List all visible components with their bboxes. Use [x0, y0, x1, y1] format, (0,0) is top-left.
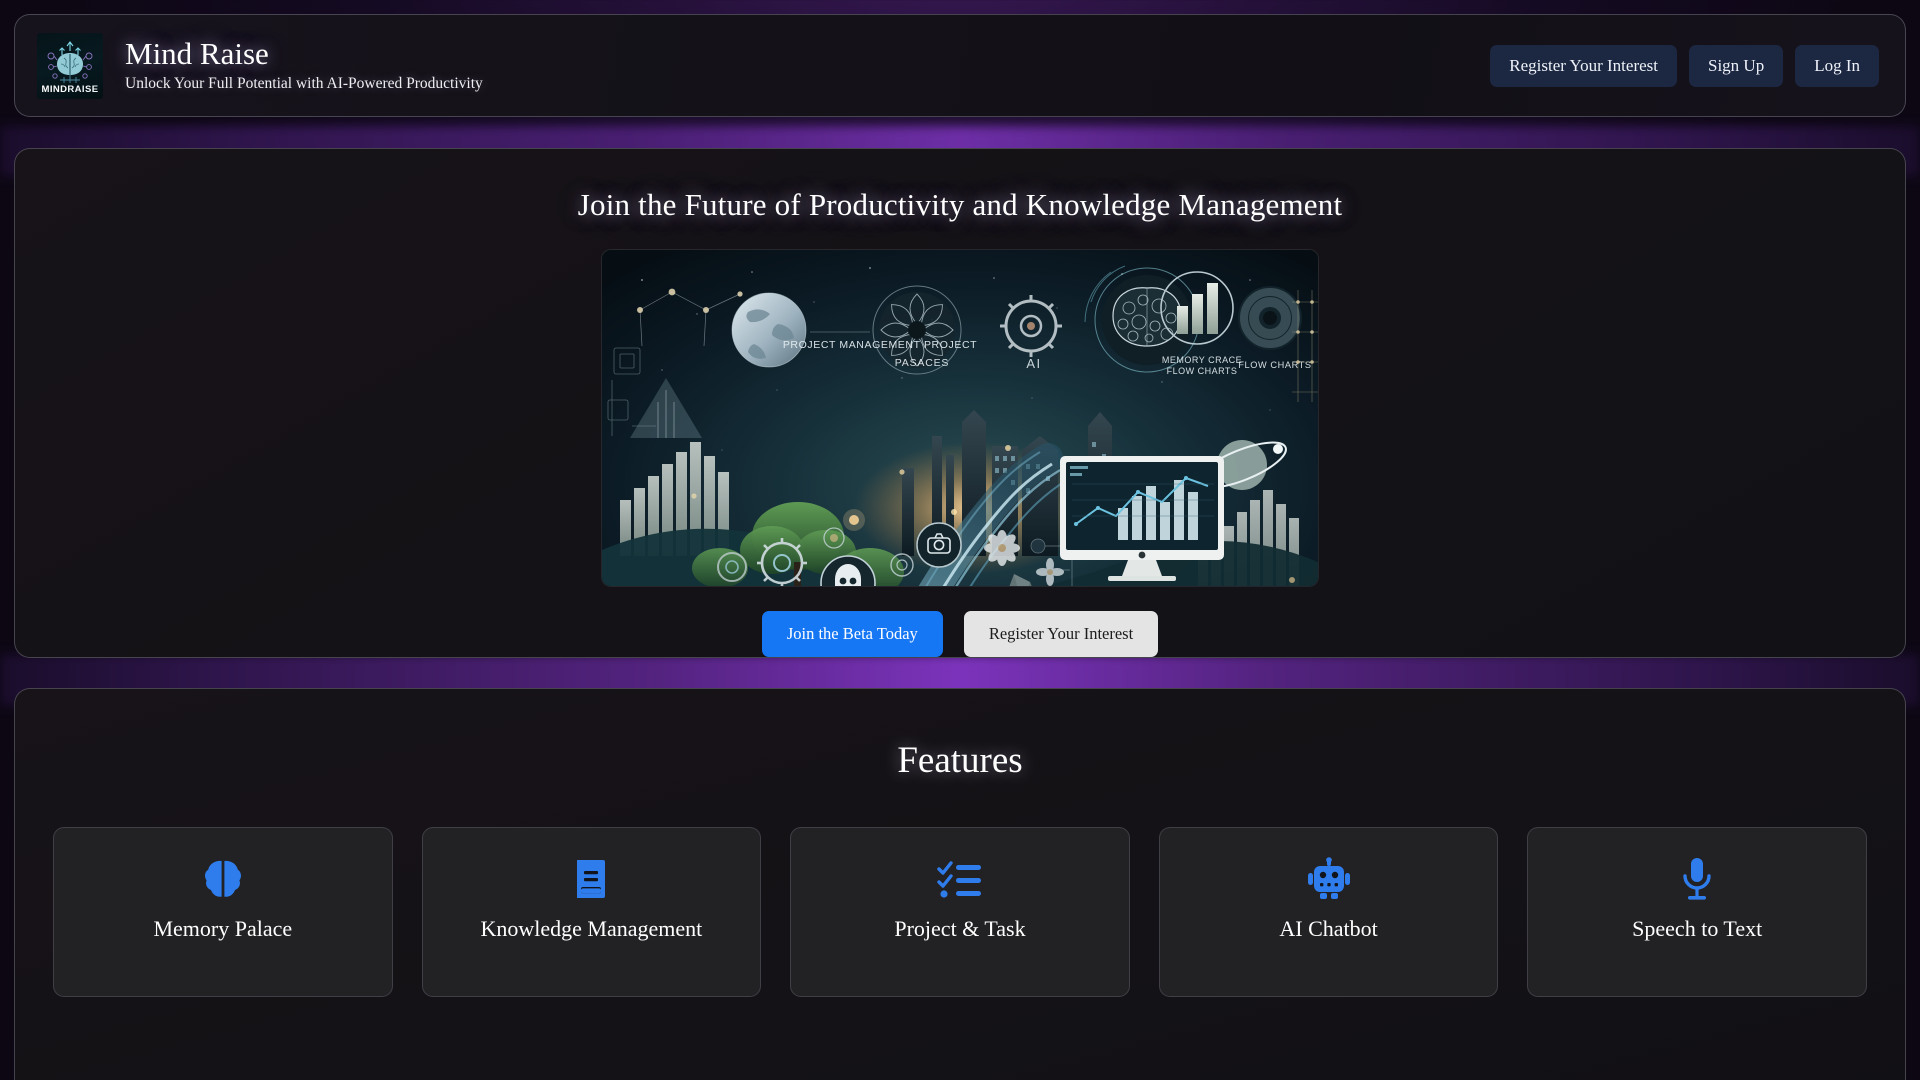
site-header: MINDRAISE Mind Raise Unlock Your Full Po… [14, 14, 1906, 117]
hero-caption-flow-charts: FLOW CHARTS [1238, 360, 1311, 370]
feature-grid: Memory Palace Knowledge Management Proje… [53, 827, 1867, 997]
hero-caption-memory-crace: MEMORY CRACE [1162, 355, 1242, 365]
brand-logo: MINDRAISE [37, 32, 103, 99]
microphone-icon [1680, 855, 1714, 903]
hero-image: PROJECT MANAGEMENT PROJECT PASACES AI ME… [602, 250, 1318, 586]
hero-caption-pasaces: PASACES [895, 357, 949, 369]
hero-collage-artwork: PROJECT MANAGEMENT PROJECT PASACES AI ME… [602, 250, 1318, 586]
hero-cta-row: Join the Beta Today Register Your Intere… [761, 611, 1159, 657]
brain-icon [202, 855, 244, 903]
register-interest-button[interactable]: Register Your Interest [1490, 44, 1677, 87]
hero-caption-ai-top: AI [1026, 356, 1041, 371]
svg-text:FLOW CHARTS: FLOW CHARTS [1167, 366, 1238, 376]
feature-label: Speech to Text [1632, 916, 1763, 941]
feature-card-knowledge-management[interactable]: Knowledge Management [421, 827, 762, 997]
features-title: Features [897, 740, 1023, 781]
brand-title: Mind Raise [125, 35, 269, 71]
feature-label: Knowledge Management [480, 916, 703, 941]
page-root: MINDRAISE Mind Raise Unlock Your Full Po… [0, 14, 1920, 1080]
feature-card-memory-palace[interactable]: Memory Palace [53, 827, 393, 997]
hero-section: Join the Future of Productivity and Know… [14, 148, 1906, 658]
checklist-icon [937, 855, 983, 903]
feature-label: Memory Palace [153, 916, 293, 941]
robot-icon [1307, 855, 1351, 903]
brand-logo-wordmark: MINDRAISE [41, 83, 99, 95]
feature-card-project-task[interactable]: Project & Task [790, 827, 1130, 997]
header-nav: Register Your Interest Sign Up Log In [1490, 44, 1879, 87]
brand-tagline: Unlock Your Full Potential with AI-Power… [125, 75, 483, 93]
feature-label: Project & Task [894, 916, 1026, 941]
brand-text: Mind Raise Unlock Your Full Potential wi… [125, 35, 483, 94]
register-interest-cta-button[interactable]: Register Your Interest [963, 611, 1159, 657]
brain-logo-icon [47, 40, 93, 83]
features-section: Features Memory Palace Knowledge Managem… [14, 688, 1906, 1080]
join-beta-button[interactable]: Join the Beta Today [761, 611, 943, 657]
sign-up-button[interactable]: Sign Up [1688, 44, 1784, 87]
book-icon [573, 855, 609, 903]
feature-card-ai-chatbot[interactable]: AI Chatbot [1158, 827, 1499, 997]
brand: MINDRAISE Mind Raise Unlock Your Full Po… [37, 32, 483, 99]
hero-caption-project-management: PROJECT MANAGEMENT PROJECT [783, 339, 977, 351]
log-in-button[interactable]: Log In [1795, 44, 1879, 87]
hero-title: Join the Future of Productivity and Know… [577, 187, 1343, 222]
feature-card-speech-to-text[interactable]: Speech to Text [1527, 827, 1867, 997]
feature-label: AI Chatbot [1279, 916, 1378, 941]
